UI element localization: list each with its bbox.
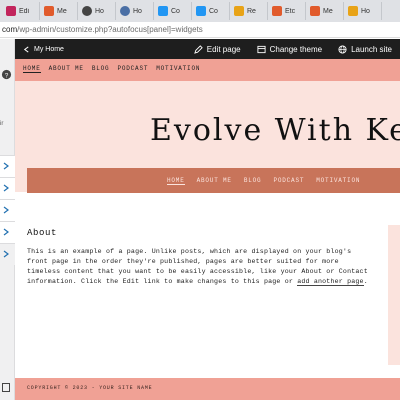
customizer-sidebar: ? ir	[0, 39, 15, 400]
customizer-top-bar: My Home Edit page Change theme Launch si…	[15, 39, 400, 59]
edit-page-label: Edit page	[206, 44, 241, 54]
launch-site-button[interactable]: Launch site	[330, 39, 400, 59]
address-bar[interactable]: com/wp-admin/customize.php?autofocus[pan…	[0, 22, 400, 38]
tab-title: Ho	[95, 7, 104, 15]
top-nav-about[interactable]: ABOUT ME	[49, 65, 84, 73]
browser-tab[interactable]: Ho	[78, 2, 116, 20]
chevron-right-icon	[3, 250, 9, 258]
primary-nav-about[interactable]: ABOUT ME	[197, 177, 232, 185]
browser-tab[interactable]: Me	[40, 2, 78, 20]
sidebar-widget-area	[388, 225, 400, 365]
browser-tab[interactable]: Re	[230, 2, 268, 20]
sidebar-cut-text: ir	[0, 121, 4, 127]
svg-text:?: ?	[5, 72, 9, 79]
my-home-link[interactable]: My Home	[15, 46, 160, 53]
chevron-right-icon	[3, 184, 9, 192]
primary-nav-home[interactable]: HOME	[167, 177, 185, 185]
device-preview-icon[interactable]	[2, 383, 10, 392]
url-path: /wp-admin/customize.php?autofocus[panel]…	[17, 25, 203, 34]
chevron-right-icon	[3, 206, 9, 214]
layout-icon	[257, 45, 266, 53]
footer-copyright: COPYRIGHT © 2023 - YOUR SITE NAME	[27, 385, 153, 391]
primary-navigation: HOME ABOUT ME BLOG PODCAST MOTIVATION	[27, 168, 400, 193]
page-heading: About	[27, 228, 58, 238]
body-text-end: .	[363, 278, 368, 285]
tab-favicon-icon	[82, 6, 92, 16]
tab-favicon-icon	[120, 6, 130, 16]
tab-title: Co	[171, 7, 180, 15]
primary-nav-podcast[interactable]: PODCAST	[273, 177, 304, 185]
tab-favicon-icon	[272, 6, 282, 16]
primary-nav-items: HOME ABOUT ME BLOG PODCAST MOTIVATION	[167, 177, 360, 185]
sidebar-panel-row[interactable]	[0, 177, 15, 199]
primary-nav-blog[interactable]: BLOG	[244, 177, 262, 185]
tab-title: Re	[247, 7, 256, 15]
tab-favicon-icon	[234, 6, 244, 16]
browser-tab-strip: Edi Me Ho Ho Co Co Re Etc Me Ho	[0, 0, 400, 22]
browser-tab[interactable]: Edi	[2, 2, 40, 20]
help-icon[interactable]: ?	[1, 65, 12, 79]
change-theme-label: Change theme	[269, 44, 323, 54]
site-title[interactable]: Evolve With Keki	[150, 113, 400, 148]
my-home-label: My Home	[34, 45, 64, 53]
browser-tab[interactable]: Ho	[116, 2, 154, 20]
tab-title: Co	[209, 7, 218, 15]
top-nav-home[interactable]: HOME	[23, 65, 41, 73]
add-another-page-link[interactable]: add another page	[297, 278, 364, 286]
top-nav-podcast[interactable]: PODCAST	[117, 65, 148, 73]
tab-title: Me	[323, 7, 333, 15]
browser-tab[interactable]: Ho	[344, 2, 382, 20]
page-body: This is an example of a page. Unlike pos…	[27, 247, 369, 287]
tab-favicon-icon	[44, 6, 54, 16]
change-theme-button[interactable]: Change theme	[249, 39, 330, 59]
browser-tab[interactable]: Etc	[268, 2, 306, 20]
tab-favicon-icon	[348, 6, 358, 16]
tab-title: Edi	[19, 7, 30, 15]
chevron-left-icon	[23, 45, 29, 53]
top-nav-motivation[interactable]: MOTIVATION	[156, 65, 200, 73]
top-nav-blog[interactable]: BLOG	[92, 65, 110, 73]
sidebar-panel-row[interactable]	[0, 243, 15, 265]
tab-favicon-icon	[196, 6, 206, 16]
primary-nav-motivation[interactable]: MOTIVATION	[316, 177, 360, 185]
tab-title: Me	[57, 7, 67, 15]
pencil-icon	[193, 44, 203, 54]
globe-icon	[338, 44, 347, 54]
top-nav-items: HOME ABOUT ME BLOG PODCAST MOTIVATION	[23, 65, 200, 73]
screen: Edi Me Ho Ho Co Co Re Etc Me Ho com/wp-a…	[0, 0, 400, 400]
chevron-right-icon	[3, 162, 9, 170]
chevron-right-icon	[3, 228, 9, 236]
site-footer: COPYRIGHT © 2023 - YOUR SITE NAME	[15, 378, 400, 400]
site-top-navigation: HOME ABOUT ME BLOG PODCAST MOTIVATION	[15, 59, 400, 81]
tab-favicon-icon	[6, 6, 16, 16]
browser-tab[interactable]: Co	[192, 2, 230, 20]
browser-tab[interactable]: Me	[306, 2, 344, 20]
tab-title: Ho	[133, 7, 142, 15]
tab-favicon-icon	[310, 6, 320, 16]
url-host: com	[2, 25, 18, 34]
tab-favicon-icon	[158, 6, 168, 16]
top-bar-actions: Edit page Change theme Launch site	[186, 39, 400, 59]
tab-title: Etc	[285, 7, 296, 15]
launch-site-label: Launch site	[351, 44, 392, 54]
sidebar-panel-row[interactable]	[0, 155, 15, 177]
edit-page-button[interactable]: Edit page	[186, 39, 249, 59]
tab-title: Ho	[361, 7, 370, 15]
sidebar-panel-row[interactable]	[0, 221, 15, 243]
browser-tab[interactable]: Co	[154, 2, 192, 20]
sidebar-panel-row[interactable]	[0, 199, 15, 221]
